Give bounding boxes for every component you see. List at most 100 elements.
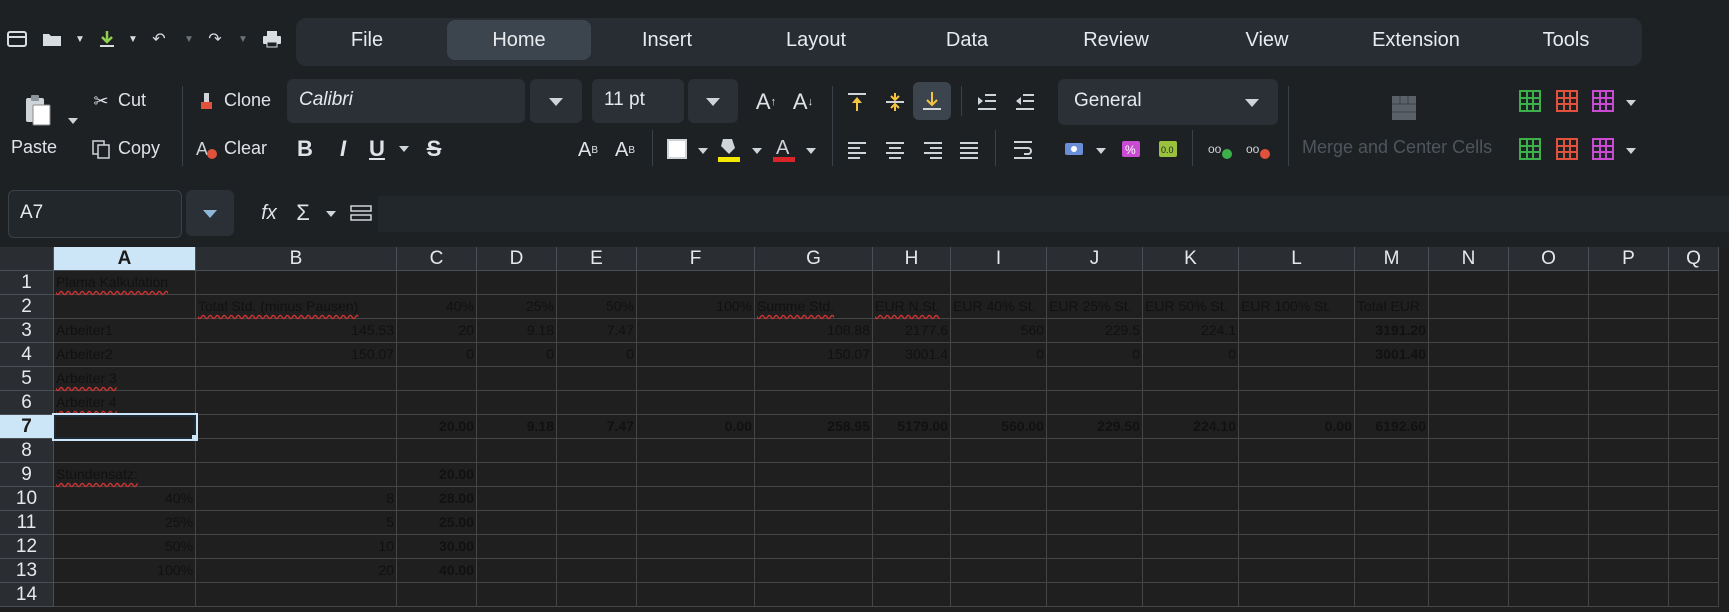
undo-icon[interactable]: ↶ <box>148 28 170 50</box>
cell-k3[interactable]: 224.1 <box>1143 319 1239 343</box>
cell-n11[interactable] <box>1429 511 1509 535</box>
cell-k10[interactable] <box>1143 487 1239 511</box>
print-icon[interactable] <box>261 28 283 50</box>
cell-b7[interactable] <box>196 415 397 439</box>
cell-b12[interactable]: 10 <box>196 535 397 559</box>
cell-q11[interactable] <box>1669 511 1719 535</box>
cell-a11[interactable]: 25% <box>54 511 196 535</box>
cell-j4[interactable]: 0 <box>1047 343 1143 367</box>
cell-p4[interactable] <box>1589 343 1669 367</box>
cell-j11[interactable] <box>1047 511 1143 535</box>
chevron-down-icon[interactable] <box>399 146 409 152</box>
cell-g13[interactable] <box>755 559 873 583</box>
cell-n14[interactable] <box>1429 583 1509 607</box>
cell-q6[interactable] <box>1669 391 1719 415</box>
cell-a14[interactable] <box>54 583 196 607</box>
cell-n13[interactable] <box>1429 559 1509 583</box>
select-all-corner[interactable] <box>0 247 54 271</box>
cell-n6[interactable] <box>1429 391 1509 415</box>
font-name-field[interactable]: Calibri <box>287 79 525 123</box>
cell-m1[interactable] <box>1355 271 1429 295</box>
cell-i11[interactable] <box>951 511 1047 535</box>
column-header-e[interactable]: E <box>557 247 637 271</box>
cell-f5[interactable] <box>637 367 755 391</box>
cell-d6[interactable] <box>477 391 557 415</box>
cell-k1[interactable] <box>1143 271 1239 295</box>
row-header-2[interactable]: 2 <box>0 295 54 319</box>
tab-view[interactable]: View <box>1217 20 1317 60</box>
scissors-icon[interactable]: ✂ <box>90 90 112 112</box>
name-box-dropdown[interactable] <box>186 190 234 236</box>
cell-m11[interactable] <box>1355 511 1429 535</box>
cell-k7[interactable]: 224.10 <box>1143 415 1239 439</box>
borders-icon[interactable] <box>664 136 690 162</box>
cell-h10[interactable] <box>873 487 951 511</box>
cell-c11[interactable]: 25.00 <box>397 511 477 535</box>
chevron-down-icon[interactable] <box>698 148 708 154</box>
delete-columns-icon[interactable] <box>1556 138 1580 162</box>
cell-i12[interactable] <box>951 535 1047 559</box>
chevron-down-icon[interactable] <box>1626 100 1636 106</box>
column-header-a[interactable]: A <box>54 247 196 271</box>
column-header-m[interactable]: M <box>1355 247 1429 271</box>
cell-l3[interactable] <box>1239 319 1355 343</box>
cell-j6[interactable] <box>1047 391 1143 415</box>
cell-m2[interactable]: Total EUR <box>1355 295 1429 319</box>
cell-b10[interactable]: 8 <box>196 487 397 511</box>
cell-q4[interactable] <box>1669 343 1719 367</box>
column-header-f[interactable]: F <box>637 247 755 271</box>
cell-d2[interactable]: 25% <box>477 295 557 319</box>
cell-n9[interactable] <box>1429 463 1509 487</box>
clear-button[interactable]: Clear <box>224 138 267 159</box>
cell-l2[interactable]: EUR 100% St. <box>1239 295 1355 319</box>
cell-g9[interactable] <box>755 463 873 487</box>
cut-button[interactable]: Cut <box>118 90 146 111</box>
cell-e11[interactable] <box>557 511 637 535</box>
cell-p9[interactable] <box>1589 463 1669 487</box>
save-icon[interactable] <box>96 28 118 50</box>
column-header-k[interactable]: K <box>1143 247 1239 271</box>
cell-p6[interactable] <box>1589 391 1669 415</box>
row-header-13[interactable]: 13 <box>0 559 54 583</box>
cell-l6[interactable] <box>1239 391 1355 415</box>
cell-m13[interactable] <box>1355 559 1429 583</box>
copy-button[interactable]: Copy <box>118 138 160 159</box>
cell-e1[interactable] <box>557 271 637 295</box>
cell-b2[interactable]: Total Std. (minus Pausen) <box>196 295 397 319</box>
cell-g14[interactable] <box>755 583 873 607</box>
cell-b6[interactable] <box>196 391 397 415</box>
cell-l10[interactable] <box>1239 487 1355 511</box>
align-top-icon[interactable] <box>843 88 871 116</box>
cell-i10[interactable] <box>951 487 1047 511</box>
cell-k12[interactable] <box>1143 535 1239 559</box>
cell-d12[interactable] <box>477 535 557 559</box>
column-header-o[interactable]: O <box>1509 247 1589 271</box>
cell-h9[interactable] <box>873 463 951 487</box>
cell-h1[interactable] <box>873 271 951 295</box>
cell-e14[interactable] <box>557 583 637 607</box>
cell-b3[interactable]: 145.53 <box>196 319 397 343</box>
column-header-g[interactable]: G <box>755 247 873 271</box>
cell-a10[interactable]: 40% <box>54 487 196 511</box>
cell-j14[interactable] <box>1047 583 1143 607</box>
chevron-down-icon[interactable] <box>752 148 762 154</box>
add-decimal-icon[interactable]: oo <box>1206 136 1234 162</box>
row-header-12[interactable]: 12 <box>0 535 54 559</box>
cell-n12[interactable] <box>1429 535 1509 559</box>
cell-f10[interactable] <box>637 487 755 511</box>
tab-home[interactable]: Home <box>447 20 591 60</box>
expand-formula-icon[interactable] <box>348 200 374 226</box>
column-header-c[interactable]: C <box>397 247 477 271</box>
cell-h2[interactable]: EUR N.St. <box>873 295 951 319</box>
cell-i3[interactable]: 560 <box>951 319 1047 343</box>
cell-j5[interactable] <box>1047 367 1143 391</box>
cell-h7[interactable]: 5179.00 <box>873 415 951 439</box>
cell-c6[interactable] <box>397 391 477 415</box>
cell-h11[interactable] <box>873 511 951 535</box>
column-header-i[interactable]: I <box>951 247 1047 271</box>
align-justify-icon[interactable] <box>955 136 983 164</box>
align-middle-icon[interactable] <box>881 88 909 116</box>
cell-n5[interactable] <box>1429 367 1509 391</box>
align-right-icon[interactable] <box>919 136 947 164</box>
cell-o7[interactable] <box>1509 415 1589 439</box>
